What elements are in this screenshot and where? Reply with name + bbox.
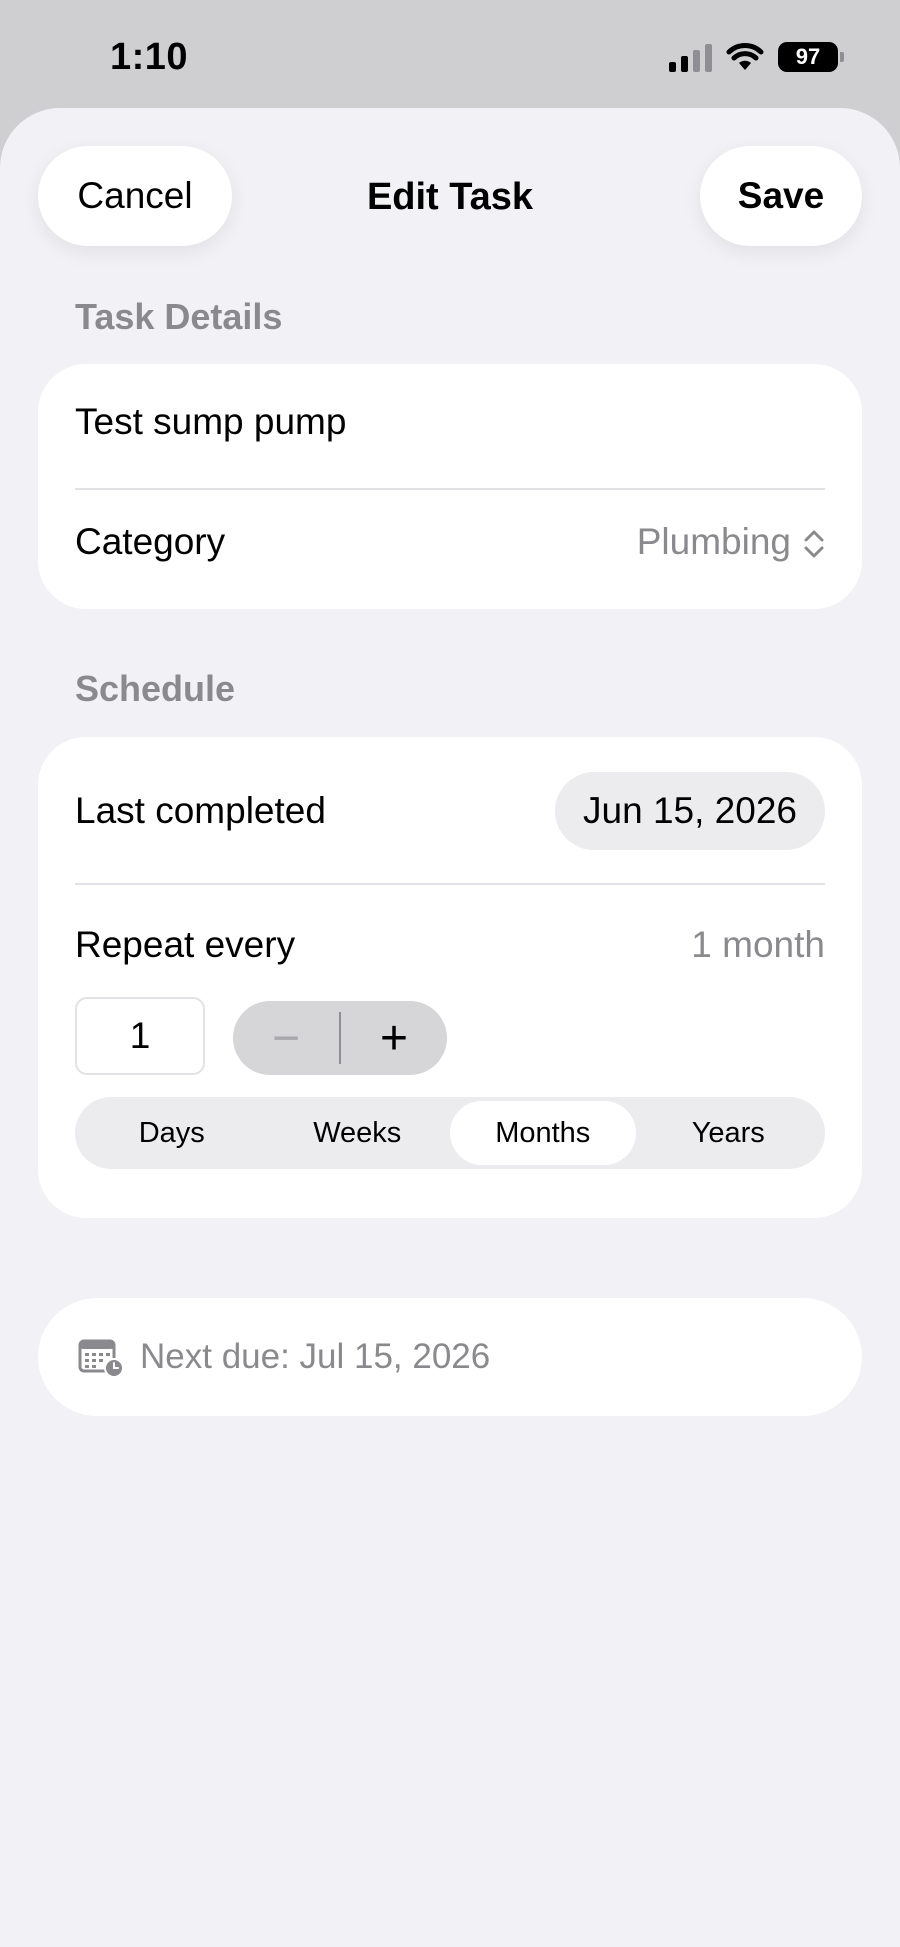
- next-due-card: Next due: Jul 15, 2026: [38, 1298, 862, 1416]
- repeat-row: Repeat every 1 month: [75, 915, 825, 975]
- repeat-count-input[interactable]: 1: [75, 997, 205, 1075]
- next-due-text: Next due: Jul 15, 2026: [140, 1337, 491, 1376]
- segment-years[interactable]: Years: [636, 1101, 822, 1165]
- last-completed-row: Last completed Jun 15, 2026: [75, 771, 825, 851]
- signal-icon: [669, 42, 712, 72]
- status-icons: 97: [669, 42, 844, 72]
- segment-months[interactable]: Months: [450, 1101, 636, 1165]
- status-bar: 1:10 97: [0, 0, 900, 108]
- calendar-clock-icon: [78, 1339, 124, 1377]
- repeat-summary: 1 month: [691, 924, 825, 965]
- repeat-label: Repeat every: [75, 924, 296, 965]
- repeat-count-stepper: − +: [233, 1001, 447, 1075]
- task-details-card: Test sump pump Category Plumbing: [38, 364, 862, 609]
- segment-weeks[interactable]: Weeks: [265, 1101, 451, 1165]
- battery-icon: 97: [778, 42, 844, 72]
- category-label: Category: [75, 521, 226, 562]
- divider: [75, 488, 825, 490]
- task-details-header: Task Details: [75, 296, 283, 337]
- battery-level: 97: [795, 44, 821, 69]
- category-picker[interactable]: Plumbing: [637, 521, 825, 563]
- wifi-icon: [726, 43, 764, 70]
- decrement-button[interactable]: −: [233, 1001, 339, 1075]
- task-name-field[interactable]: Test sump pump: [75, 392, 825, 452]
- save-button[interactable]: Save: [700, 146, 862, 246]
- chevron-up-down-icon: [804, 530, 824, 558]
- edit-task-sheet: Cancel Edit Task Save Task Details Test …: [0, 108, 900, 1947]
- segment-days[interactable]: Days: [79, 1101, 265, 1165]
- increment-button[interactable]: +: [341, 1001, 447, 1075]
- schedule-card: Last completed Jun 15, 2026 Repeat every…: [38, 737, 862, 1218]
- category-value: Plumbing: [636, 521, 791, 562]
- last-completed-label: Last completed: [75, 790, 326, 831]
- schedule-header: Schedule: [75, 668, 236, 709]
- task-name-value: Test sump pump: [75, 401, 347, 442]
- last-completed-date-picker[interactable]: Jun 15, 2026: [555, 772, 825, 850]
- repeat-unit-segmented-control: Days Weeks Months Years: [75, 1097, 825, 1169]
- category-row: Category Plumbing: [75, 512, 825, 572]
- divider: [75, 883, 825, 885]
- status-time: 1:10: [110, 36, 189, 78]
